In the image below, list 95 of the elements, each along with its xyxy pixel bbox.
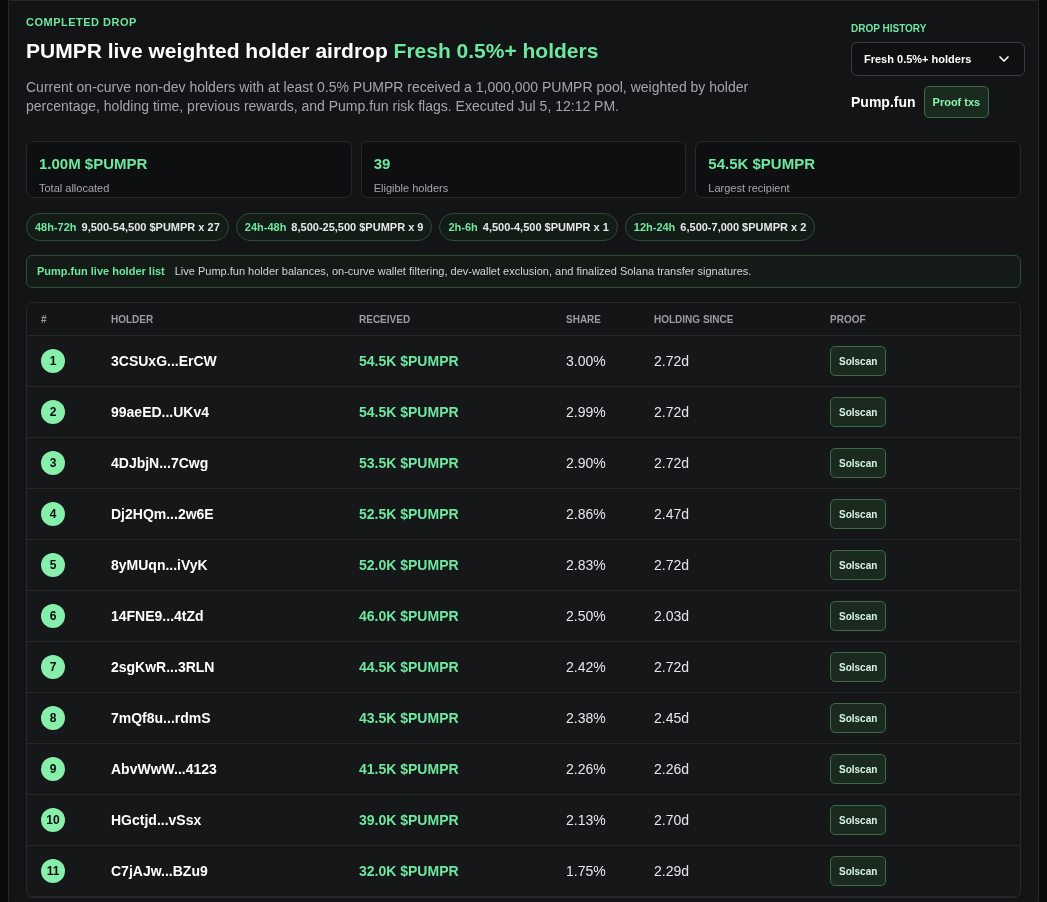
solscan-button[interactable]: Solscan (830, 397, 887, 427)
holder-address: Dj2HQm...2w6E (111, 504, 215, 524)
history-label: DROP HISTORY (851, 22, 928, 36)
tier-window: 24h-48h (244, 218, 287, 236)
holder-address: 14FNE9...4tZd (111, 606, 205, 626)
tier-window: 12h-24h (633, 218, 676, 236)
rank-badge: 2 (41, 400, 65, 424)
share-value: 2.90% (566, 453, 607, 473)
solscan-button[interactable]: Solscan (830, 550, 887, 580)
holding-since: 2.47d (654, 504, 691, 524)
holding-since: 2.72d (654, 453, 691, 473)
received-amount: 52.0K $PUMPR (359, 555, 460, 575)
share-value: 2.83% (566, 555, 607, 575)
share-value: 2.42% (566, 657, 607, 677)
column-header: RECEIVED (359, 312, 412, 327)
stat-value: 54.5K $PUMPR (708, 154, 817, 174)
received-amount: 53.5K $PUMPR (359, 453, 460, 473)
received-amount: 46.0K $PUMPR (359, 606, 460, 626)
holder-address: 4DJbjN...7Cwg (111, 453, 210, 473)
holding-since: 2.45d (654, 708, 691, 728)
rank-badge: 9 (41, 757, 65, 781)
share-value: 1.75% (566, 861, 607, 881)
eyebrow-label: COMPLETED DROP (26, 15, 138, 30)
solscan-button[interactable]: Solscan (830, 754, 887, 784)
column-header: SHARE (566, 312, 602, 327)
column-header: PROOF (830, 312, 867, 327)
stat-label: Eligible holders (373, 180, 450, 196)
stat-value: 39 (373, 154, 392, 174)
share-value: 2.99% (566, 402, 607, 422)
holding-since: 2.26d (654, 759, 691, 779)
rank-badge: 10 (41, 808, 65, 832)
rank-badge: 8 (41, 706, 65, 730)
received-amount: 39.0K $PUMPR (359, 810, 460, 830)
source-label: Pump.fun (851, 92, 916, 112)
solscan-button[interactable]: Solscan (830, 856, 887, 886)
received-amount: 54.5K $PUMPR (359, 351, 460, 371)
page-title: PUMPR live weighted holder airdrop Fresh 0.5%+ holders (26, 37, 600, 64)
proof-txs-button[interactable]: Proof txs (923, 86, 990, 118)
received-amount: 44.5K $PUMPR (359, 657, 460, 677)
received-amount: 41.5K $PUMPR (359, 759, 460, 779)
received-amount: 32.0K $PUMPR (359, 861, 460, 881)
holding-since: 2.72d (654, 351, 691, 371)
share-value: 2.13% (566, 810, 607, 830)
solscan-button[interactable]: Solscan (830, 448, 887, 478)
info-text: Live Pump.fun holder balances, on-curve wallet filtering, dev-wallet exclusion, and finalized Solana transfer signatures. (174, 264, 752, 280)
holding-since: 2.72d (654, 402, 691, 422)
rank-badge: 4 (41, 502, 65, 526)
solscan-button[interactable]: Solscan (830, 652, 887, 682)
tier-window: 48h-72h (35, 218, 77, 236)
solscan-button[interactable]: Solscan (830, 499, 887, 529)
holder-address: 3CSUxG...ErCW (111, 351, 218, 371)
holding-since: 2.29d (654, 861, 691, 881)
holder-address: HGctjd...vSsx (111, 810, 203, 830)
share-value: 2.38% (566, 708, 607, 728)
holder-address: 99aeED...UKv4 (111, 402, 211, 422)
holder-address: 8yMUqn...iVyK (111, 555, 209, 575)
stat-value: 1.00M $PUMPR (39, 154, 149, 174)
tier-window: 2h-6h (448, 218, 478, 236)
share-value: 2.50% (566, 606, 607, 626)
tier-range: 6,500-7,000 $PUMPR x 2 (680, 219, 807, 235)
stat-label: Largest recipient (708, 180, 791, 196)
rank-badge: 3 (41, 451, 65, 475)
holding-since: 2.70d (654, 810, 691, 830)
column-header: # (41, 312, 48, 327)
rank-badge: 1 (41, 349, 65, 373)
holder-address: C7jAJw...BZu9 (111, 861, 209, 881)
holding-since: 2.72d (654, 657, 691, 677)
holder-address: AbvWwW...4123 (111, 759, 218, 779)
share-value: 2.86% (566, 504, 607, 524)
tier-range: 4,500-4,500 $PUMPR x 1 (482, 219, 609, 235)
column-header: HOLDER (111, 312, 155, 327)
rank-badge: 7 (41, 655, 65, 679)
description-text: Current on-curve non-dev holders with at least 0.5% PUMPR received a 1,000,000 PUMPR pool, weighted by holder percentage, holding time, previous rewards, and Pump.fun risk flags. Executed Jul 5, 12:12 PM. (26, 78, 750, 116)
solscan-button[interactable]: Solscan (830, 703, 887, 733)
solscan-button[interactable]: Solscan (830, 601, 887, 631)
share-value: 2.26% (566, 759, 607, 779)
info-label: Pump.fun live holder list (37, 264, 165, 280)
holder-address: 7mQf8u...rdmS (111, 708, 212, 728)
rank-badge: 5 (41, 553, 65, 577)
stat-label: Total allocated (39, 180, 111, 196)
holding-since: 2.72d (654, 555, 691, 575)
received-amount: 43.5K $PUMPR (359, 708, 460, 728)
solscan-button[interactable]: Solscan (830, 805, 887, 835)
received-amount: 52.5K $PUMPR (359, 504, 460, 524)
tier-range: 9,500-54,500 $PUMPR x 27 (81, 219, 220, 235)
received-amount: 54.5K $PUMPR (359, 402, 460, 422)
share-value: 3.00% (566, 351, 607, 371)
history-select[interactable]: Fresh 0.5%+ holders (851, 42, 1025, 76)
holding-since: 2.03d (654, 606, 691, 626)
column-header: HOLDING SINCE (654, 312, 735, 327)
rank-badge: 6 (41, 604, 65, 628)
tier-range: 8,500-25,500 $PUMPR x 9 (291, 219, 424, 235)
solscan-button[interactable]: Solscan (830, 346, 887, 376)
rank-badge: 11 (41, 859, 65, 883)
holder-address: 2sgKwR...3RLN (111, 657, 216, 677)
